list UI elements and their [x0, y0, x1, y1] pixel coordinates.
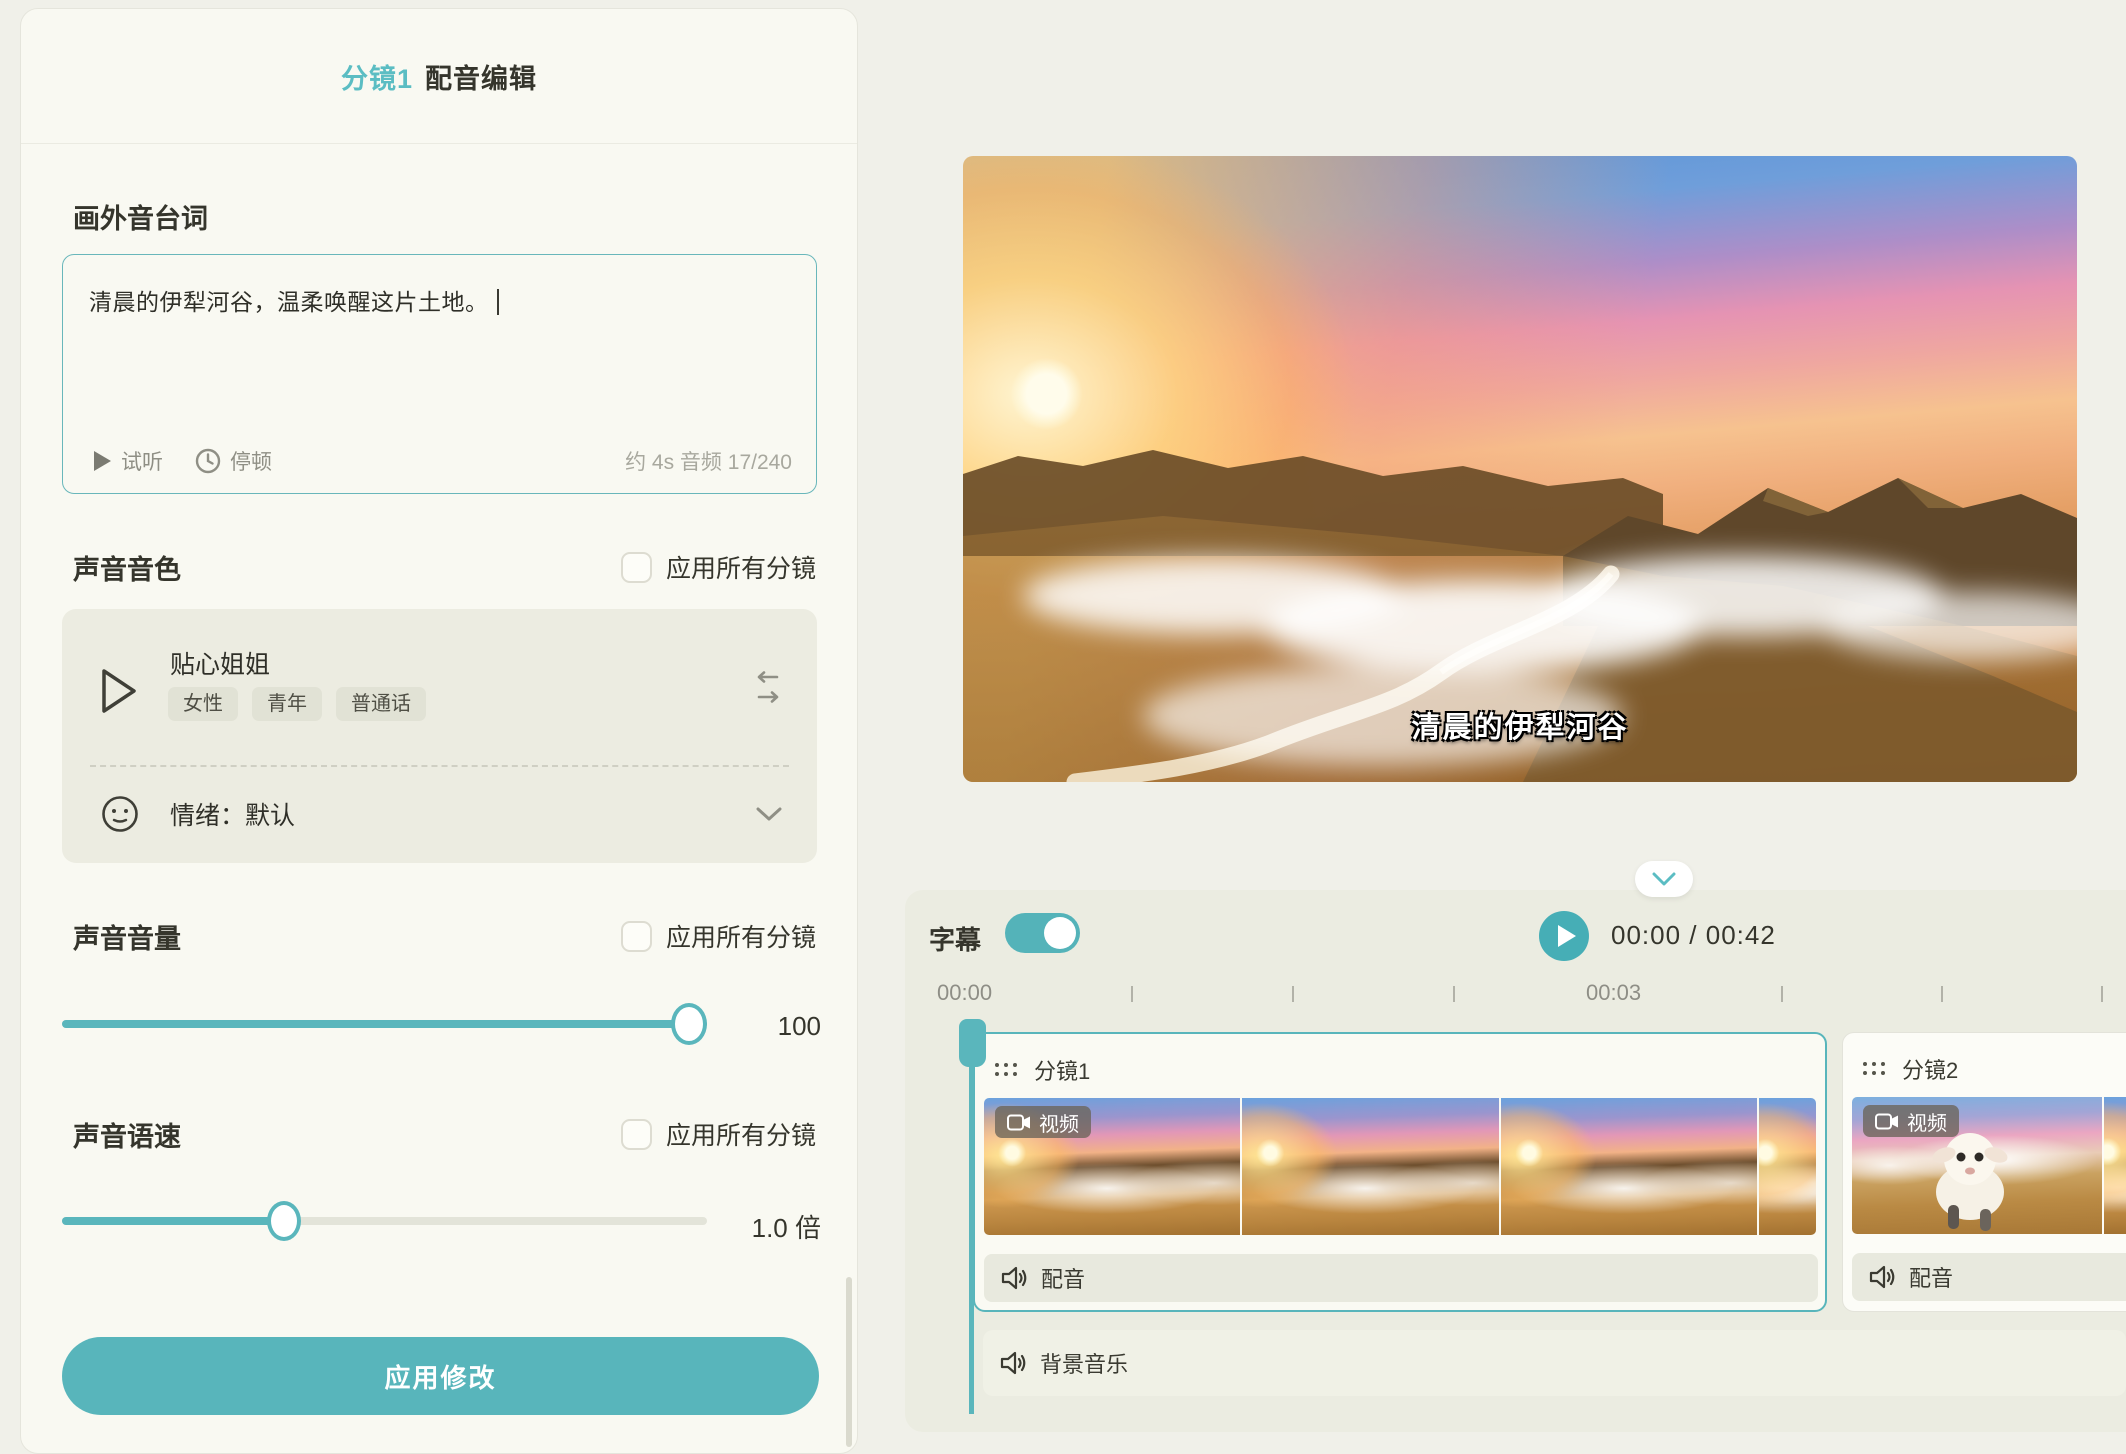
voice-tag-language: 普通话: [336, 687, 426, 721]
timbre-section-label: 声音音色: [73, 548, 181, 587]
emotion-value: 情绪：默认: [170, 796, 295, 832]
ruler-label-mid: 00:03: [1586, 980, 1641, 1006]
voice-card[interactable]: 贴心姐姐 女性 青年 普通话 情绪：默认: [62, 609, 817, 863]
speaker-icon: [1001, 1266, 1028, 1290]
timeline-clip-1[interactable]: 分镜1 视频 配音: [973, 1032, 1827, 1312]
subtitle-toggle[interactable]: [1005, 913, 1080, 953]
ruler-tick: [2101, 986, 2103, 1002]
timbre-apply-all-checkbox[interactable]: [621, 552, 652, 583]
video-scene-art: [963, 156, 2077, 782]
video-thumbnail: [2104, 1097, 2126, 1234]
subtitle-toggle-label: 字幕: [929, 920, 981, 957]
video-type-badge: 视频: [1863, 1105, 1959, 1137]
panel-title-shot: 分镜1: [341, 57, 413, 96]
panel-title-text: 配音编辑: [425, 57, 537, 96]
voiceover-label: 画外音台词: [73, 197, 208, 236]
clip-1-dub-track[interactable]: 配音: [984, 1254, 1818, 1302]
change-voice-icon[interactable]: [749, 671, 783, 703]
ruler-label-start: 00:00: [937, 980, 992, 1006]
video-preview[interactable]: 清晨的伊犁河谷: [963, 156, 2077, 782]
volume-slider-thumb[interactable]: [671, 1003, 707, 1045]
emotion-selector[interactable]: 情绪：默认: [62, 767, 817, 861]
voiceover-text: 清晨的伊犁河谷，温柔唤醒这片土地。: [89, 289, 489, 315]
video-thumbnail: [1242, 1098, 1499, 1235]
timeline-clip-2[interactable]: 分镜2 视频 配音: [1842, 1032, 2126, 1312]
speed-apply-all-label: 应用所有分镜: [666, 1116, 816, 1152]
speaker-icon: [1869, 1265, 1896, 1289]
clip-1-name: 分镜1: [1034, 1054, 1090, 1086]
volume-value: 100: [721, 1011, 821, 1042]
speed-slider-thumb[interactable]: [267, 1201, 301, 1241]
ruler-tick: [1292, 986, 1294, 1002]
volume-apply-all-label: 应用所有分镜: [666, 918, 816, 954]
clip-1-thumbnails[interactable]: 视频: [984, 1098, 1816, 1235]
video-thumbnail: 视频: [984, 1098, 1240, 1235]
voice-tag-age: 青年: [252, 687, 322, 721]
speed-slider[interactable]: [62, 1200, 707, 1242]
video-type-badge: 视频: [995, 1106, 1091, 1138]
volume-section-label: 声音音量: [73, 917, 181, 956]
chevron-down-icon: [1652, 872, 1676, 887]
voice-tag-gender: 女性: [168, 687, 238, 721]
time-display: 00:00 / 00:42: [1611, 920, 1776, 951]
apply-changes-button[interactable]: 应用修改: [62, 1337, 819, 1415]
volume-apply-all-checkbox[interactable]: [621, 921, 652, 952]
lamb-video-thumbnail: 视频: [1852, 1097, 2102, 1234]
clip-2-dub-track[interactable]: 配音: [1852, 1253, 2126, 1301]
collapse-timeline-button[interactable]: [1635, 861, 1693, 897]
volume-slider[interactable]: [62, 1003, 707, 1045]
speed-section-label: 声音语速: [73, 1115, 181, 1154]
pause-insert-button[interactable]: 停顿: [195, 446, 272, 476]
drag-handle-icon[interactable]: [995, 1063, 1018, 1077]
voice-edit-panel: 分镜1 配音编辑 画外音台词 清晨的伊犁河谷，温柔唤醒这片土地。 试听 停顿 约…: [20, 8, 858, 1454]
ruler-tick: [1453, 986, 1455, 1002]
timeline-play-button[interactable]: [1539, 911, 1589, 961]
camera-icon: [1875, 1113, 1899, 1130]
ruler-tick: [1781, 986, 1783, 1002]
clip-2-thumbnails[interactable]: 视频: [1852, 1097, 2126, 1234]
voice-preview-play-button[interactable]: [100, 667, 138, 715]
play-icon: [1557, 924, 1577, 948]
chevron-down-icon: [755, 805, 783, 823]
voice-name: 贴心姐姐: [170, 645, 270, 681]
panel-scrollbar[interactable]: [846, 1277, 852, 1447]
background-music-track[interactable]: 背景音乐: [983, 1330, 2126, 1396]
audio-length-counter: 约 4s 音频 17/240: [625, 446, 792, 476]
drag-handle-icon[interactable]: [1863, 1062, 1886, 1076]
text-cursor: [497, 289, 499, 315]
voiceover-textarea[interactable]: 清晨的伊犁河谷，温柔唤醒这片土地。 试听 停顿 约 4s 音频 17/240: [62, 254, 817, 494]
speaker-icon: [1000, 1351, 1027, 1375]
clip-2-name: 分镜2: [1902, 1053, 1958, 1085]
video-thumbnail: [1759, 1098, 1816, 1235]
clock-icon: [195, 448, 221, 474]
speed-apply-all-checkbox[interactable]: [621, 1119, 652, 1150]
play-icon: [93, 450, 112, 472]
speed-value: 1.0 倍: [721, 1208, 821, 1245]
video-subtitle: 清晨的伊犁河谷: [963, 704, 2077, 746]
audition-button[interactable]: 试听: [93, 446, 163, 476]
timbre-apply-all-label: 应用所有分镜: [666, 549, 816, 585]
ruler-tick: [1941, 986, 1943, 1002]
camera-icon: [1007, 1114, 1031, 1131]
video-thumbnail: [1501, 1098, 1757, 1235]
emotion-face-icon: [100, 794, 140, 834]
playhead-line: [969, 1058, 974, 1414]
panel-title: 分镜1 配音编辑: [21, 9, 857, 144]
ruler-tick: [1131, 986, 1133, 1002]
